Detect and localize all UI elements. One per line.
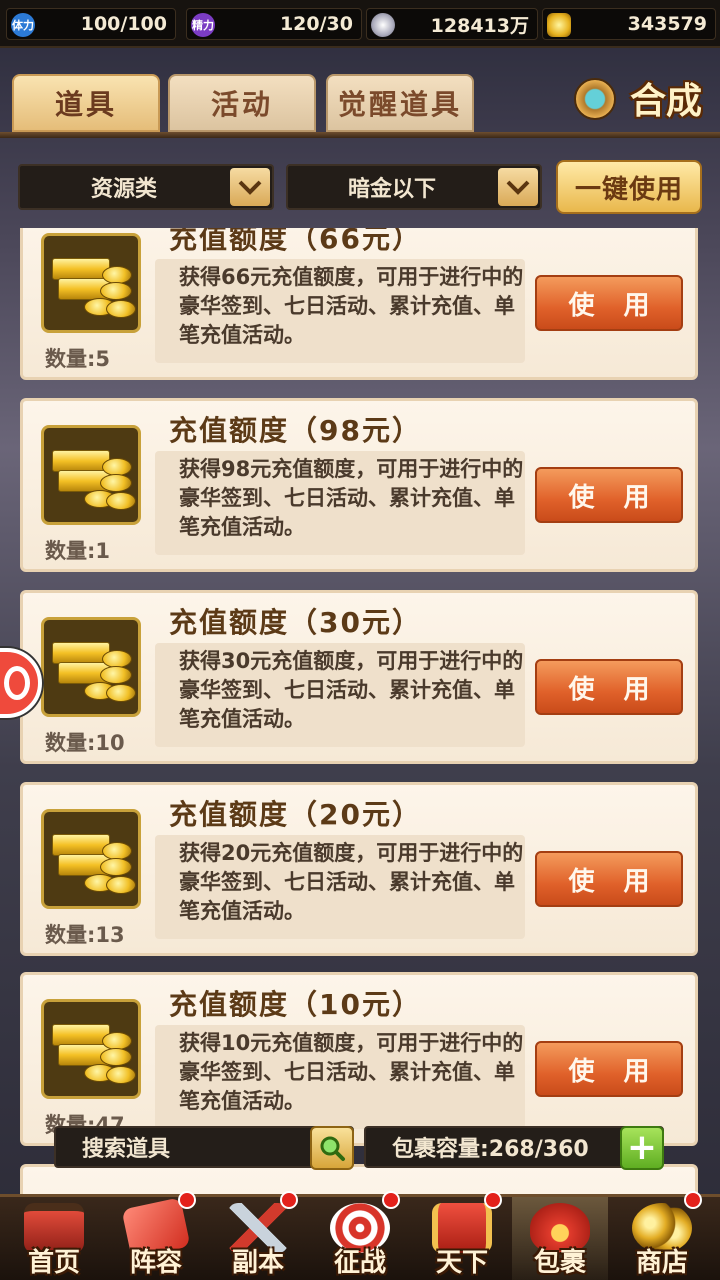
item-list[interactable]: 数量:5 充值额度（66元） 获得66元充值额度，可用于进行中的豪华签到、七日活…: [0, 228, 720, 1196]
nav-label: 商店: [635, 1248, 688, 1278]
item-title: 充值额度（98元）: [169, 414, 422, 447]
nav-lineup[interactable]: 阵容: [108, 1191, 204, 1280]
synthesize-icon: [574, 78, 616, 120]
quality-dropdown[interactable]: 暗金以下: [286, 164, 542, 210]
nav-label: 征战: [333, 1248, 386, 1278]
silver-coin-icon: [371, 13, 395, 37]
silver-counter[interactable]: 128413万: [366, 8, 538, 40]
chevron-down-icon: [230, 168, 270, 206]
nav-label: 天下: [435, 1248, 488, 1278]
use-button[interactable]: 使 用: [535, 275, 683, 331]
nav-dungeon[interactable]: 副本: [210, 1191, 306, 1280]
gold-bar-icon[interactable]: [41, 233, 141, 333]
gold-counter[interactable]: 343579: [542, 8, 716, 40]
ring-icon: [4, 666, 30, 700]
nav-world[interactable]: 天下: [414, 1191, 510, 1280]
gold-bar-icon[interactable]: [41, 425, 141, 525]
capacity-label: 包裹容量:268/360: [392, 1137, 589, 1162]
item-quantity: 数量:1: [45, 539, 111, 563]
search-icon[interactable]: [310, 1126, 354, 1170]
bottom-nav: 首页 阵容 副本 征战 天下 包裹 商店: [0, 1191, 720, 1280]
stamina-value: 100/100: [80, 13, 167, 35]
notification-dot: [280, 1191, 298, 1209]
notification-dot: [484, 1191, 502, 1209]
gold-ingot-icon: [547, 13, 571, 37]
energy-counter[interactable]: 精力 120/30: [186, 8, 362, 40]
tab-items[interactable]: 道具: [12, 74, 160, 132]
expand-capacity-plus-icon[interactable]: +: [620, 1126, 664, 1170]
notification-dot: [178, 1191, 196, 1209]
nav-label: 阵容: [129, 1248, 182, 1278]
list-item: 数量:13 充值额度（20元） 获得20元充值额度，可用于进行中的豪华签到、七日…: [20, 782, 698, 956]
list-item: 数量:5 充值额度（66元） 获得66元充值额度，可用于进行中的豪华签到、七日活…: [20, 228, 698, 380]
item-description: 获得10元充值额度，可用于进行中的豪华签到、七日活动、累计充值、单笔充值活动。: [155, 1025, 525, 1129]
bag-capacity: 包裹容量:268/360 +: [364, 1126, 664, 1170]
notification-dot: [382, 1191, 400, 1209]
item-description: 获得66元充值额度，可用于进行中的豪华签到、七日活动、累计充值、单笔充值活动。: [155, 259, 525, 363]
use-button[interactable]: 使 用: [535, 659, 683, 715]
gold-value: 343579: [627, 13, 707, 35]
item-title: 充值额度（66元）: [169, 228, 422, 255]
item-title: 充值额度（30元）: [169, 606, 422, 639]
search-bar[interactable]: 搜索道具: [54, 1126, 354, 1170]
item-quantity: 数量:13: [45, 923, 125, 947]
list-item: [20, 1164, 698, 1196]
resource-bar: 体力 100/100 精力 120/30 128413万 343579: [0, 0, 720, 48]
tab-divider: [0, 132, 720, 138]
chevron-down-icon: [498, 168, 538, 206]
search-label: 搜索道具: [82, 1137, 171, 1162]
item-description: 获得20元充值额度，可用于进行中的豪华签到、七日活动、累计充值、单笔充值活动。: [155, 835, 525, 939]
energy-value: 120/30: [279, 13, 353, 35]
gold-bar-icon[interactable]: [41, 999, 141, 1099]
nav-label: 包裹: [533, 1248, 586, 1278]
category-dropdown[interactable]: 资源类: [18, 164, 274, 210]
item-description: 获得30元充值额度，可用于进行中的豪华签到、七日活动、累计充值、单笔充值活动。: [155, 643, 525, 747]
notification-dot: [684, 1191, 702, 1209]
stamina-icon: 体力: [11, 13, 35, 37]
list-item: 数量:47 充值额度（10元） 获得10元充值额度，可用于进行中的豪华签到、七日…: [20, 972, 698, 1146]
item-quantity: 数量:10: [45, 731, 125, 755]
use-button[interactable]: 使 用: [535, 467, 683, 523]
tab-activity[interactable]: 活动: [168, 74, 316, 132]
nav-campaign[interactable]: 征战: [312, 1191, 408, 1280]
synthesize-button[interactable]: 合成: [572, 72, 702, 124]
list-item: 数量:1 充值额度（98元） 获得98元充值额度，可用于进行中的豪华签到、七日活…: [20, 398, 698, 572]
use-button[interactable]: 使 用: [535, 1041, 683, 1097]
nav-bag[interactable]: 包裹: [512, 1197, 608, 1280]
item-title: 充值额度（20元）: [169, 798, 422, 831]
one-key-use-button[interactable]: 一键使用: [556, 160, 702, 214]
list-item: 数量:10 充值额度（30元） 获得30元充值额度，可用于进行中的豪华签到、七日…: [20, 590, 698, 764]
energy-icon: 精力: [191, 13, 215, 37]
nav-label: 首页: [27, 1248, 80, 1278]
item-title: 充值额度（10元）: [169, 988, 422, 1021]
silver-value: 128413万: [430, 14, 529, 37]
stamina-counter[interactable]: 体力 100/100: [6, 8, 176, 40]
item-quantity: 数量:5: [45, 347, 111, 371]
gold-bar-icon[interactable]: [41, 617, 141, 717]
tab-awaken-items[interactable]: 觉醒道具: [326, 74, 474, 132]
nav-shop[interactable]: 商店: [614, 1191, 710, 1280]
nav-home[interactable]: 首页: [6, 1197, 102, 1280]
nav-label: 副本: [231, 1248, 284, 1278]
synthesize-label: 合成: [629, 81, 702, 122]
gold-bar-icon[interactable]: [41, 809, 141, 909]
use-button[interactable]: 使 用: [535, 851, 683, 907]
item-description: 获得98元充值额度，可用于进行中的豪华签到、七日活动、累计充值、单笔充值活动。: [155, 451, 525, 555]
